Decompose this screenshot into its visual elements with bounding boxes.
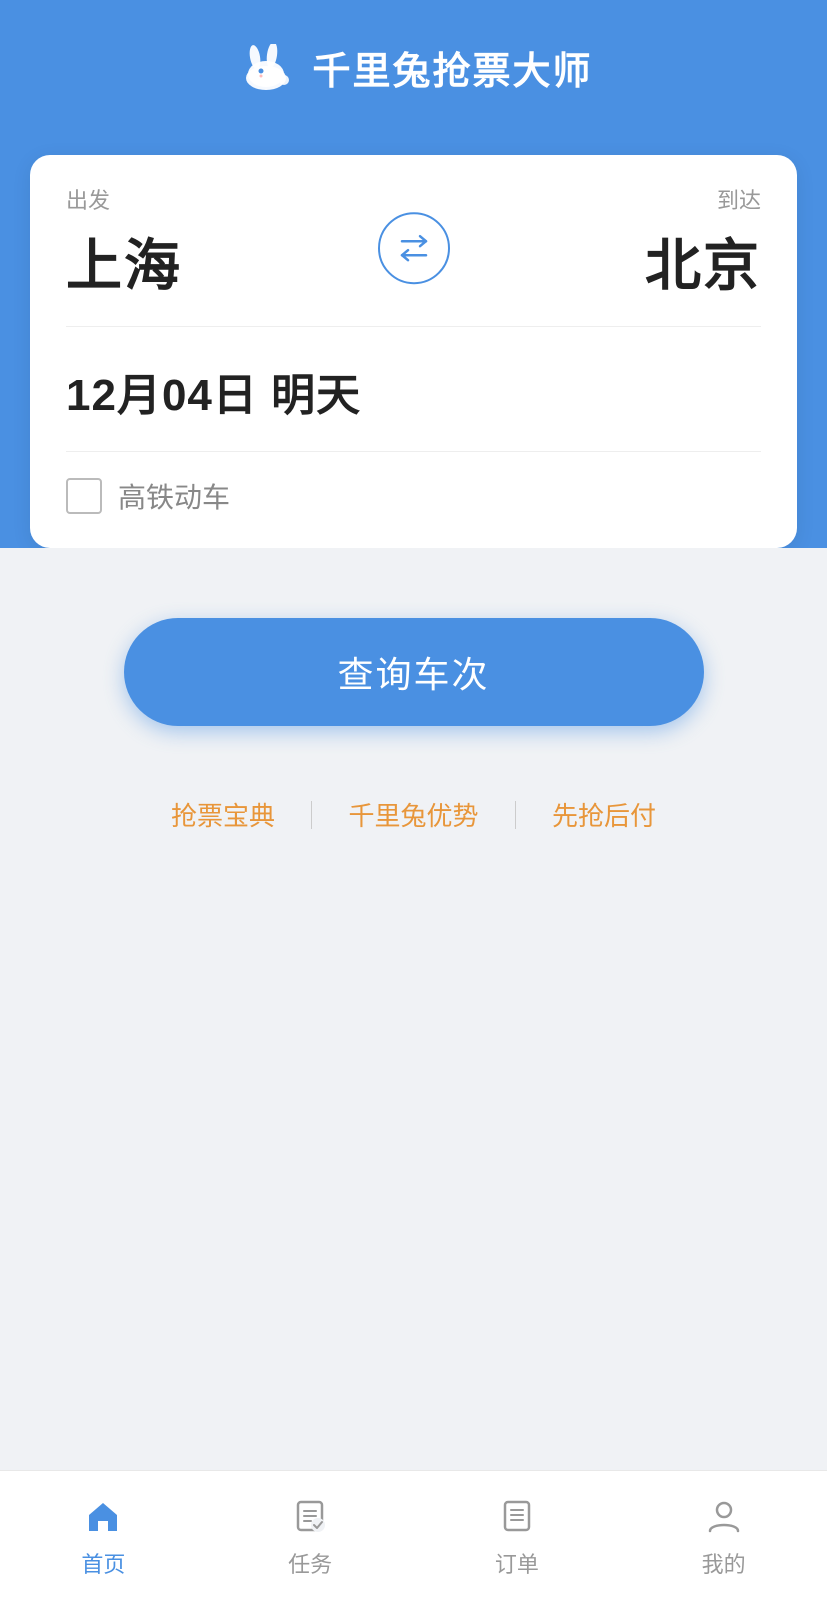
link-grabbing-tips[interactable]: 抢票宝典	[135, 796, 311, 833]
link-advantages[interactable]: 千里兔优势	[312, 796, 514, 833]
swap-route-button[interactable]	[378, 212, 450, 284]
search-button[interactable]: 查询车次	[124, 618, 704, 726]
card-wrapper: 出发 上海 到达 北京	[0, 155, 827, 548]
nav-item-home[interactable]: 首页	[0, 1471, 207, 1600]
selected-date: 12月04日 明天	[66, 371, 361, 420]
task-icon	[287, 1493, 333, 1539]
nav-label-order: 订单	[495, 1547, 539, 1579]
nav-item-task[interactable]: 任务	[207, 1471, 414, 1600]
filter-section[interactable]: 高铁动车	[30, 452, 797, 548]
train-swap-icon	[392, 226, 436, 270]
rabbit-logo-icon	[234, 44, 298, 92]
arrival-city: 北京	[645, 221, 761, 302]
route-section[interactable]: 出发 上海 到达 北京	[30, 155, 797, 326]
highspeed-checkbox[interactable]	[66, 478, 102, 514]
nav-item-order[interactable]: 订单	[414, 1471, 621, 1600]
app-header: 千里兔抢票大师	[0, 0, 827, 155]
mine-icon	[701, 1493, 747, 1539]
arrival-label: 到达	[717, 183, 761, 215]
app-title: 千里兔抢票大师	[312, 40, 592, 95]
booking-card: 出发 上海 到达 北京	[30, 155, 797, 548]
departure-city: 上海	[66, 221, 182, 302]
link-grab-first-pay-later[interactable]: 先抢后付	[516, 796, 692, 833]
highspeed-label: 高铁动车	[118, 476, 230, 516]
departure-info[interactable]: 出发 上海	[66, 183, 182, 302]
order-icon	[494, 1493, 540, 1539]
nav-label-task: 任务	[288, 1547, 332, 1579]
bottom-navigation: 首页 任务 订单	[0, 1470, 827, 1600]
nav-item-mine[interactable]: 我的	[620, 1471, 827, 1600]
links-row: 抢票宝典 千里兔优势 先抢后付	[135, 796, 692, 833]
home-icon	[80, 1493, 126, 1539]
content-area: 查询车次 抢票宝典 千里兔优势 先抢后付	[0, 548, 827, 1470]
departure-label: 出发	[66, 183, 182, 215]
date-section[interactable]: 12月04日 明天	[30, 327, 797, 451]
train-icon-circle	[378, 212, 450, 284]
arrival-info[interactable]: 到达 北京	[645, 183, 761, 302]
nav-label-home: 首页	[81, 1547, 125, 1579]
nav-label-mine: 我的	[702, 1547, 746, 1579]
